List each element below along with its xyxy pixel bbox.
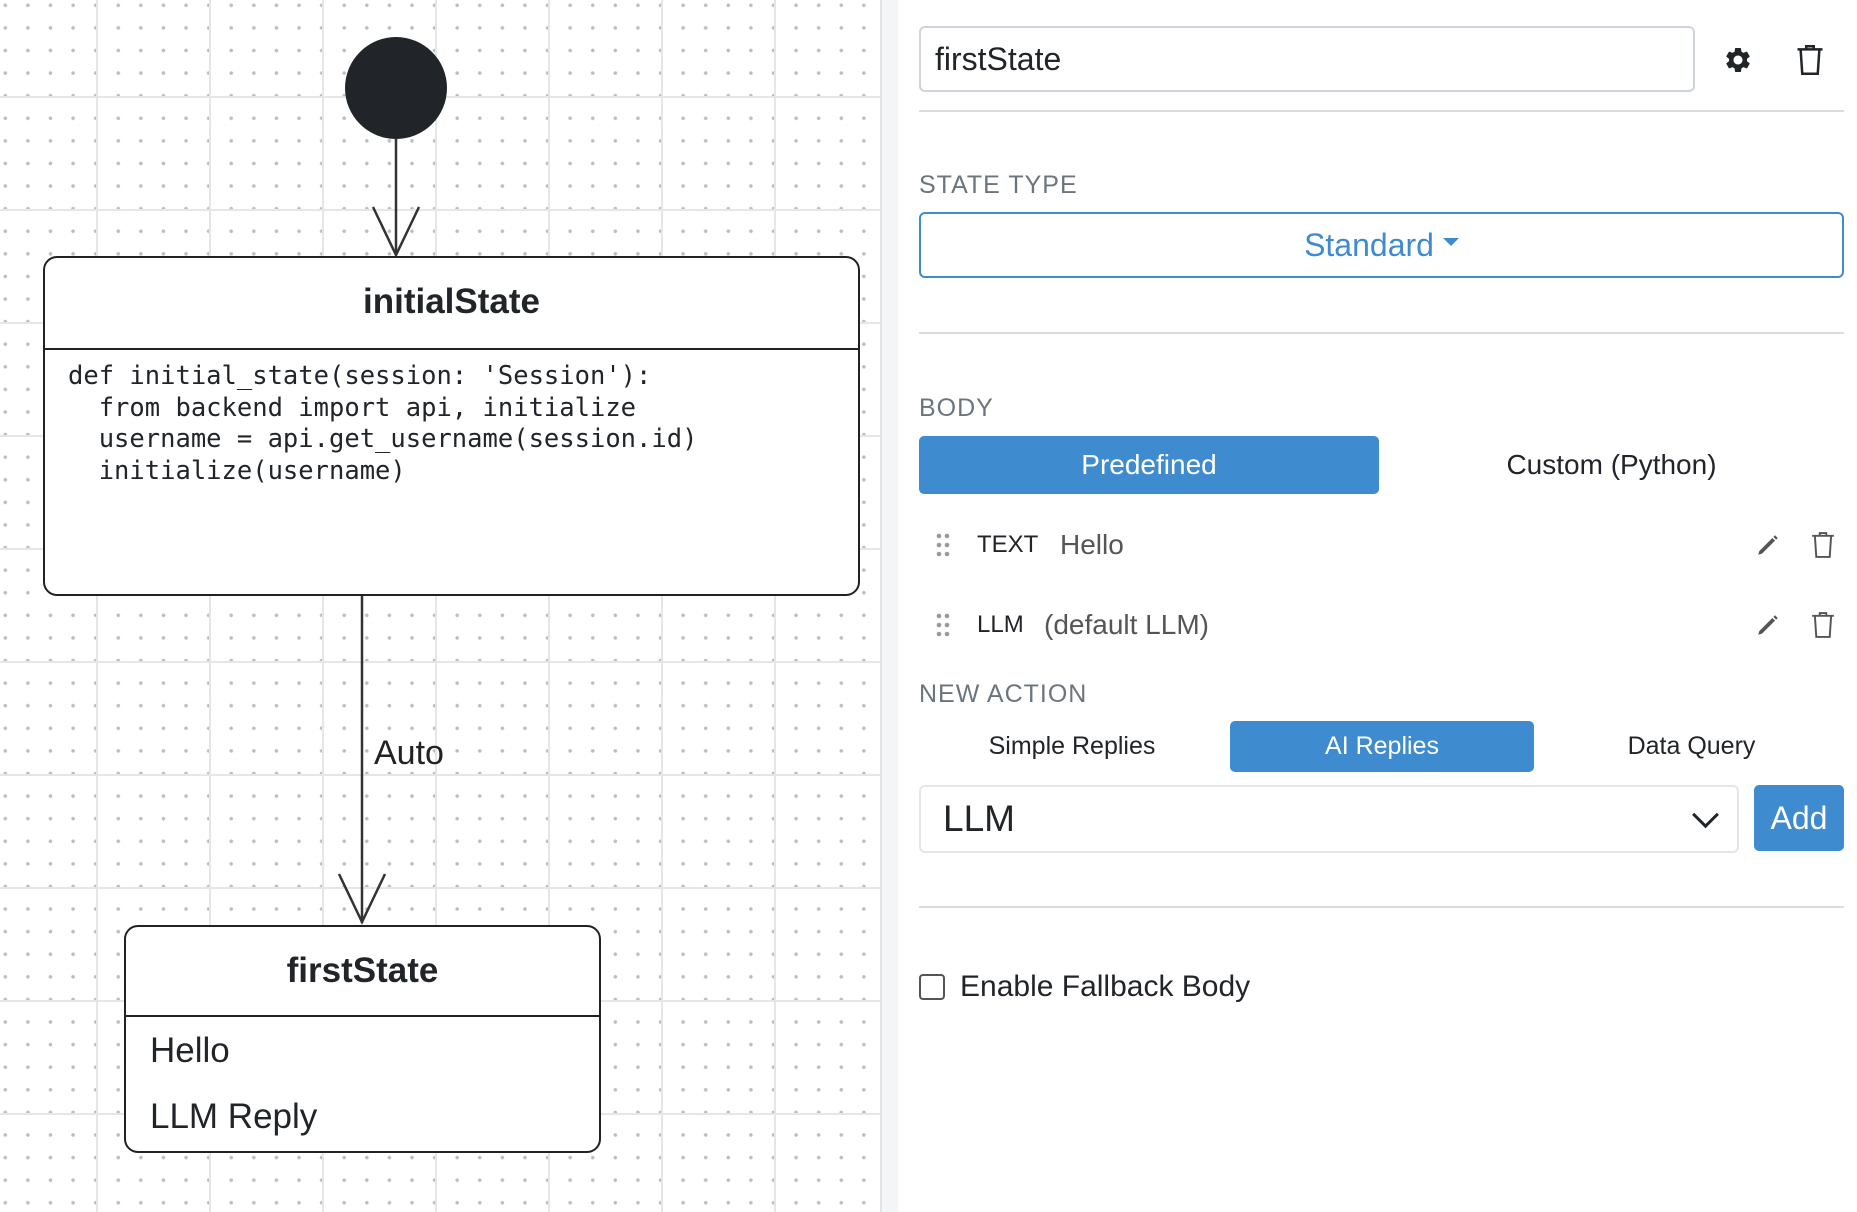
- trash-icon: [1812, 612, 1834, 638]
- state-editor-panel: STATE TYPE Standard BODY Predefined Cust…: [898, 0, 1857, 1212]
- code-line: initialize(username): [68, 455, 406, 486]
- state-type-value: Standard: [1304, 226, 1434, 263]
- pencil-icon: [1758, 615, 1778, 635]
- action-kind: TEXT: [977, 531, 1039, 558]
- action-value: (default LLM): [1044, 609, 1209, 640]
- state-title: initialState: [45, 258, 858, 350]
- action-type-select-value: LLM: [943, 798, 1015, 839]
- divider: [919, 906, 1844, 908]
- edit-action-button[interactable]: [1750, 607, 1786, 643]
- state-name-input[interactable]: [919, 26, 1695, 92]
- pencil-icon: [1758, 535, 1778, 555]
- new-action-label: NEW ACTION: [919, 680, 1088, 708]
- body-label: BODY: [919, 394, 994, 422]
- delete-action-button[interactable]: [1805, 607, 1841, 643]
- state-type-dropdown[interactable]: Standard: [919, 212, 1844, 278]
- caret-down-icon: [1442, 238, 1459, 246]
- settings-button[interactable]: [1716, 38, 1760, 82]
- tab-ai-replies[interactable]: AI Replies: [1230, 721, 1534, 772]
- divider: [919, 110, 1844, 112]
- state-machine-canvas[interactable]: initialState def initial_state(session: …: [0, 0, 880, 1212]
- code-line: username = api.get_username(session.id): [68, 424, 698, 454]
- canvas-panel-divider: [880, 0, 900, 1212]
- action-kind: LLM: [977, 611, 1024, 638]
- enable-fallback-label[interactable]: Enable Fallback Body: [960, 970, 1250, 1004]
- state-body-line: Hello: [150, 1031, 230, 1070]
- enable-fallback-checkbox[interactable]: [919, 974, 945, 1000]
- edit-action-button[interactable]: [1750, 527, 1786, 563]
- delete-action-button[interactable]: [1805, 527, 1841, 563]
- trash-icon: [1797, 45, 1823, 75]
- state-code-block: def initial_state(session: 'Session'): f…: [45, 350, 858, 487]
- action-value: Hello: [1060, 529, 1124, 560]
- code-line: def initial_state(session: 'Session'):: [68, 361, 652, 391]
- tab-custom-python[interactable]: Custom (Python): [1379, 436, 1844, 494]
- tab-predefined[interactable]: Predefined: [919, 436, 1379, 494]
- delete-state-button[interactable]: [1788, 38, 1832, 82]
- tab-simple-replies[interactable]: Simple Replies: [919, 721, 1225, 772]
- code-line: from backend import api, initialize: [68, 392, 637, 423]
- action-type-select[interactable]: LLM: [919, 785, 1739, 853]
- body-action-row[interactable]: TEXT Hello: [919, 517, 1844, 573]
- divider: [919, 332, 1844, 334]
- drag-handle-icon[interactable]: [935, 533, 951, 557]
- transition-label[interactable]: Auto: [374, 734, 444, 773]
- state-node-first-state[interactable]: firstState Hello LLM Reply: [124, 925, 601, 1153]
- add-action-button[interactable]: Add: [1754, 785, 1844, 851]
- gear-icon: [1726, 47, 1750, 72]
- state-body: Hello LLM Reply: [126, 1017, 599, 1151]
- chevron-down-icon: [1692, 801, 1719, 829]
- tab-data-query[interactable]: Data Query: [1539, 721, 1844, 772]
- state-title: firstState: [126, 927, 599, 1017]
- trash-icon: [1812, 532, 1834, 558]
- body-action-row[interactable]: LLM (default LLM): [919, 597, 1844, 653]
- state-body-line: LLM Reply: [150, 1097, 318, 1136]
- drag-handle-icon[interactable]: [935, 613, 951, 637]
- state-node-initial-state[interactable]: initialState def initial_state(session: …: [43, 256, 860, 596]
- state-type-label: STATE TYPE: [919, 171, 1078, 199]
